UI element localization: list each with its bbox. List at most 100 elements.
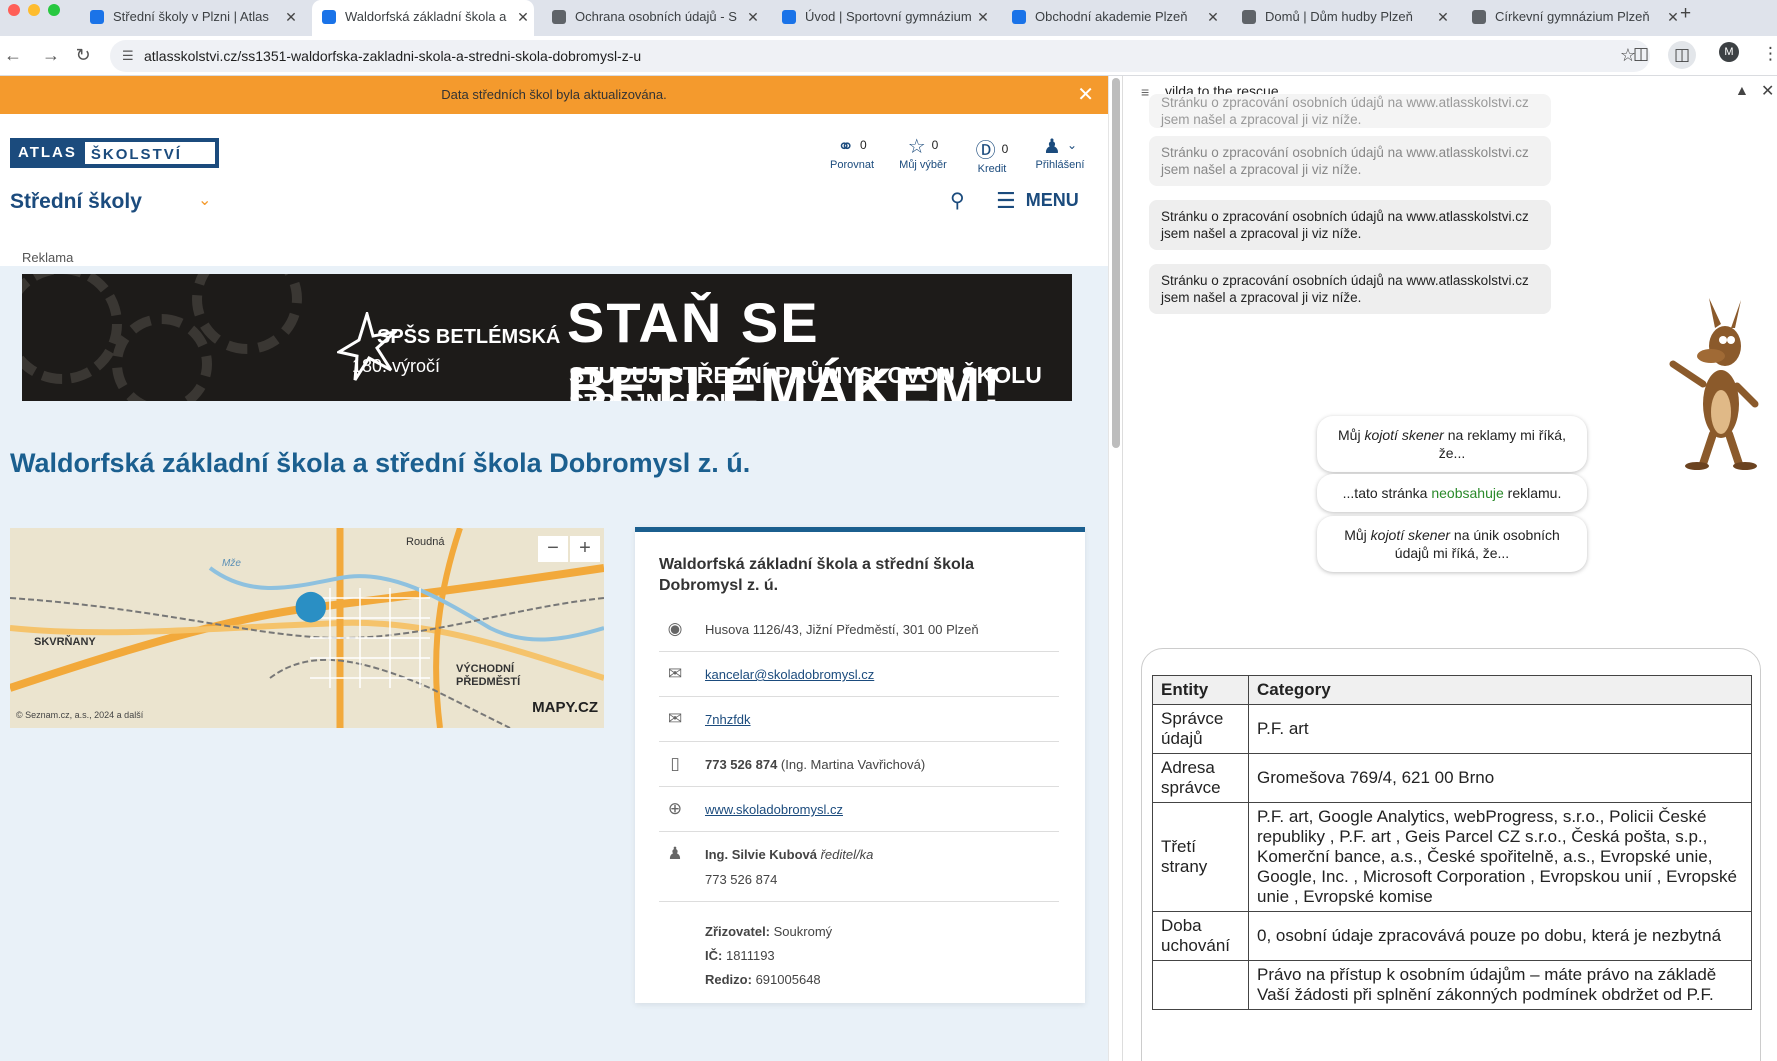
close-tab-icon[interactable]: ✕ — [1202, 9, 1224, 26]
privacy-table-card: Entity Category Správce údajů P.F. art A… — [1141, 648, 1761, 1061]
email-link[interactable]: kancelar@skoladobromysl.cz — [705, 667, 874, 682]
forward-button[interactable]: → — [38, 42, 64, 68]
compare-count: 0 — [860, 138, 867, 152]
chat-message-text: Stránku o zpracování osobních údajů na w… — [1161, 145, 1529, 177]
browser-tab[interactable]: Úvod | Sportovní gymnázium ✕ — [772, 0, 994, 36]
reload-button[interactable]: ↻ — [70, 42, 96, 68]
bubble-text: na reklamy mi říká, že... — [1438, 427, 1566, 461]
atlas-skolstvi-logo[interactable]: ATLAS ŠKOLSTVÍ — [10, 138, 219, 168]
ad-subline: STUDUJ STŘEDNÍ PRŮMYSLOVOU ŠKOLU STROJNI… — [569, 362, 1042, 401]
table-cell: P.F. art — [1248, 704, 1752, 754]
browser-toolbar: ← → ↻ ☰ atlasskolstvi.cz/ss1351-waldorfs… — [0, 36, 1777, 76]
address-bar[interactable]: ☰ atlasskolstvi.cz/ss1351-waldorfska-zak… — [110, 40, 1650, 72]
director-name: Ing. Silvie Kubová — [705, 847, 817, 862]
close-tab-icon[interactable]: ✕ — [1432, 9, 1454, 26]
extension-icon: ≡ — [1141, 84, 1150, 100]
chat-message: Stránku o zpracování osobních údajů na w… — [1149, 136, 1551, 186]
site-header: ATLAS ŠKOLSTVÍ ⚭ 0 Porovnat ☆ 0 Můj výběr … — [0, 114, 1108, 266]
map-label: SKVRŇANY — [34, 636, 96, 648]
menu-button[interactable]: ☰ MENU — [996, 188, 1079, 214]
databox-row: ✉ 7nhzfdk — [659, 697, 1059, 742]
location-map[interactable]: − + Roudná SKVRŇANY VÝCHODNÍ PŘEDMĚSTÍ M… — [10, 528, 604, 728]
browser-tab[interactable]: Waldorfská základní škola a ✕ — [312, 0, 534, 36]
page-title: Waldorfská základní škola a střední škol… — [10, 448, 751, 478]
back-button[interactable]: ← — [0, 42, 26, 68]
credit-button[interactable]: Ⓓ 0 Kredit — [962, 134, 1022, 175]
chat-message-text: Stránku o zpracování osobních údajů na w… — [1161, 273, 1529, 305]
redizo-line: Redizo: 691005648 — [705, 972, 821, 987]
databox-link[interactable]: 7nhzfdk — [705, 712, 751, 727]
website-link[interactable]: www.skoladobromysl.cz — [705, 802, 843, 817]
web-row: ⊕ www.skoladobromysl.cz — [659, 787, 1059, 832]
map-label: Roudná — [406, 536, 445, 548]
chat-message-text: Stránku o zpracování osobních údajů na w… — [1161, 209, 1529, 241]
table-row: Adresa správce Gromešova 769/4, 621 00 B… — [1152, 753, 1752, 803]
compare-icon: ⚭ — [837, 136, 855, 158]
close-tab-icon[interactable]: ✕ — [972, 9, 994, 26]
close-window-button[interactable] — [8, 4, 20, 16]
my-selection-button[interactable]: ☆ 0 Můj výběr — [893, 134, 953, 171]
update-notice-text: Data středních škol byla aktualizována. — [441, 87, 667, 102]
section-selector[interactable]: Střední školy — [10, 190, 142, 214]
close-notice-icon[interactable]: ✕ — [1077, 76, 1094, 114]
pin-icon[interactable]: ▲ — [1735, 82, 1749, 98]
extension-side-panel: ≡ vilda to the rescue ▲ ✕ Stránku o zpra… — [1122, 76, 1777, 1061]
maximize-window-button[interactable] — [48, 4, 60, 16]
extensions-icon[interactable]: ◫ — [1633, 44, 1649, 64]
mapy-cz-logo[interactable]: MAPY.CZ — [532, 699, 598, 716]
zoom-out-button[interactable]: − — [538, 536, 568, 562]
minimize-window-button[interactable] — [28, 4, 40, 16]
ic-label: IČ: — [705, 948, 723, 963]
tab-strip: Střední školy v Plzni | Atlas ✕ Waldorfská… — [0, 0, 1777, 36]
bubble-text: Můj — [1344, 527, 1371, 543]
browser-tab[interactable]: Církevní gymnázium Plzeň ✕ — [1462, 0, 1684, 36]
url-text[interactable]: atlasskolstvi.cz/ss1351-waldorfska-zakla… — [144, 48, 641, 64]
side-panel-icon[interactable]: ◫ — [1668, 41, 1696, 69]
location-icon: ◉ — [667, 619, 683, 638]
table-cell: Doba uchování — [1152, 911, 1249, 961]
table-row: Třetí strany P.F. art, Google Analytics,… — [1152, 802, 1752, 912]
new-tab-button[interactable]: + — [1680, 3, 1691, 25]
databox-icon: ✉ — [667, 709, 683, 728]
redizo-label: Redizo: — [705, 972, 752, 987]
advertisement-banner[interactable]: SPŠS BETLÉMSKÁ 180. výročí STAŇ SE BETLÉ… — [22, 274, 1072, 401]
profile-avatar[interactable]: M — [1719, 42, 1739, 62]
browser-tab[interactable]: Střední školy v Plzni | Atlas ✕ — [80, 0, 302, 36]
phone-number: 773 526 874 — [705, 757, 778, 772]
close-tab-icon[interactable]: ✕ — [512, 9, 534, 26]
page-scrollbar[interactable] — [1108, 76, 1122, 1061]
chat-message-text: Stránku o zpracování osobních údajů na w… — [1161, 95, 1529, 127]
map-copyright[interactable]: © Seznam.cz, a.s., 2024 a další — [16, 710, 143, 720]
chevron-down-icon[interactable]: ⌄ — [198, 190, 211, 210]
login-label: Přihlášení — [1035, 159, 1085, 171]
phone-row: ▯ 773 526 874 (Ing. Martina Vavřichová) — [659, 742, 1059, 787]
column-header: Entity — [1152, 675, 1249, 705]
browser-tab[interactable]: Ochrana osobních údajů - S ✕ — [542, 0, 764, 36]
my-selection-label: Můj výběr — [899, 159, 947, 171]
table-cell: Správce údajů — [1152, 704, 1249, 754]
bubble-text: Můj — [1338, 427, 1365, 443]
chat-message: Stránku o zpracování osobních údajů na w… — [1149, 264, 1551, 314]
site-info-icon[interactable]: ☰ — [122, 48, 134, 64]
director-role: ředitel/ka — [820, 847, 874, 862]
close-tab-icon[interactable]: ✕ — [742, 9, 764, 26]
table-row: Doba uchování 0, osobní údaje zpracovává… — [1152, 911, 1752, 961]
bubble-text: reklamu. — [1503, 485, 1562, 501]
tab-favicon-icon — [1472, 10, 1486, 24]
login-button[interactable]: ♟ ⌄ Přihlášení — [1030, 134, 1090, 171]
close-panel-icon[interactable]: ✕ — [1761, 81, 1774, 101]
more-menu-icon[interactable]: ⋮ — [1762, 44, 1777, 64]
compare-button[interactable]: ⚭ 0 Porovnat — [822, 134, 882, 171]
browser-tab[interactable]: Domů | Dům hudby Plzeň ✕ — [1232, 0, 1454, 36]
school-info-card: Waldorfská základní škola a střední škol… — [635, 527, 1085, 1003]
map-pin-icon[interactable]: ⬤ — [294, 588, 328, 623]
ad-result-bubble: ...tato stránka neobsahuje reklamu. — [1317, 474, 1587, 512]
search-icon[interactable]: ⚲ — [950, 188, 965, 213]
table-cell: P.F. art, Google Analytics, webProgress,… — [1248, 802, 1752, 912]
scrollbar-thumb[interactable] — [1112, 78, 1120, 448]
tab-title: Waldorfská základní škola a — [345, 9, 507, 24]
zoom-in-button[interactable]: + — [570, 536, 600, 562]
browser-tab[interactable]: Obchodní akademie Plzeň ✕ — [1002, 0, 1224, 36]
close-tab-icon[interactable]: ✕ — [280, 9, 302, 26]
chat-message: Stránku o zpracování osobních údajů na w… — [1149, 94, 1551, 128]
